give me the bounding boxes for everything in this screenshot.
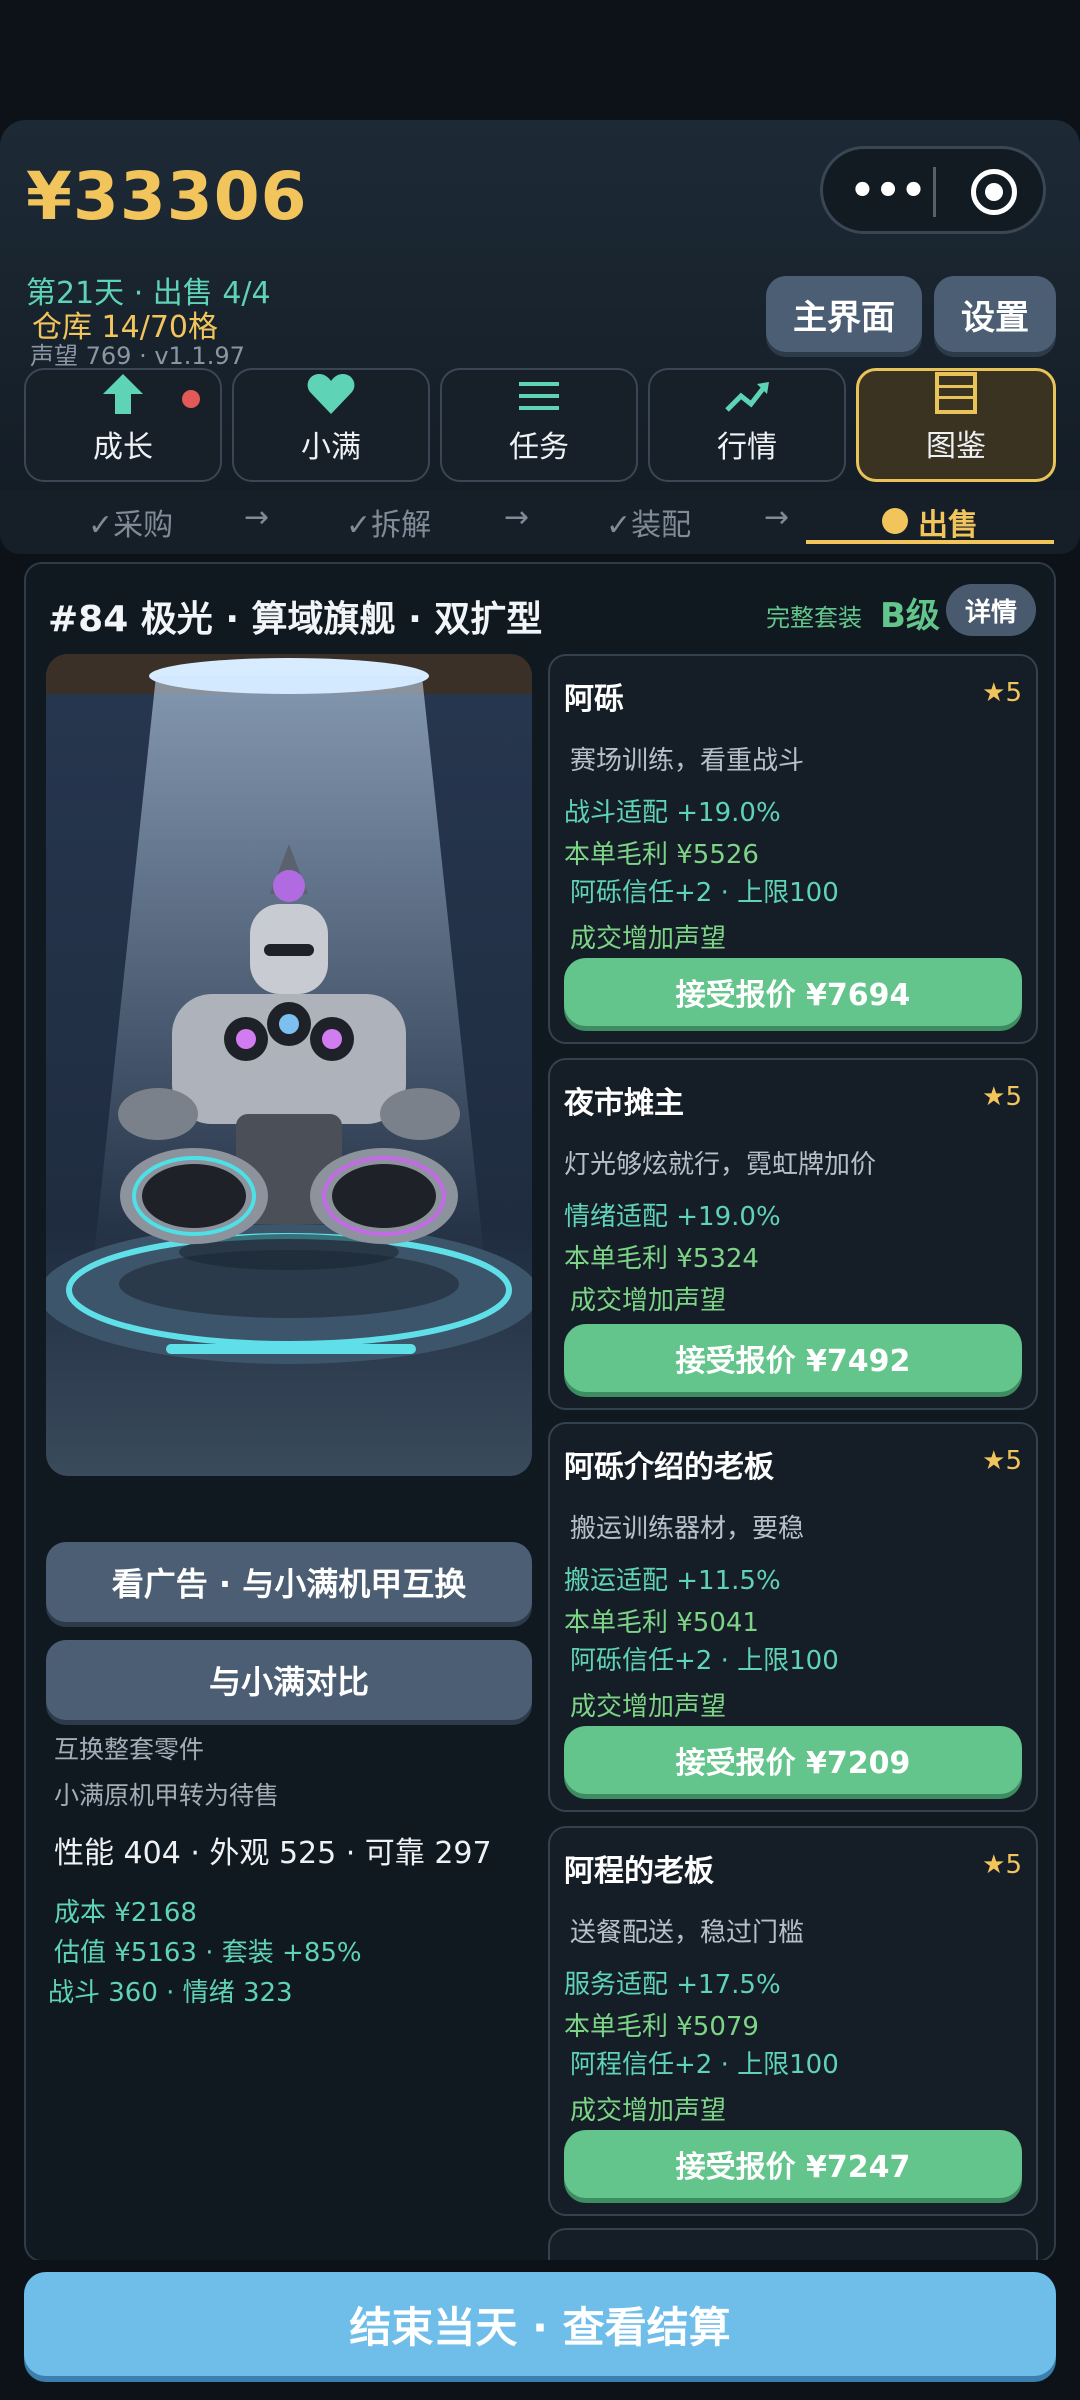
step-disassemble: ✓拆解 xyxy=(346,508,432,543)
step-arrow: → xyxy=(504,500,530,535)
swap-note-2: 小满原机甲转为待售 xyxy=(54,1781,280,1810)
trust-text: 阿砾信任+2 · 上限100 xyxy=(570,878,839,908)
book-icon xyxy=(935,372,977,414)
nav-market[interactable]: 行情 xyxy=(648,368,846,482)
fit-bonus: 搬运适配 +11.5% xyxy=(564,1566,781,1596)
reputation-version: 声望 769 · v1.1.97 xyxy=(30,342,245,370)
nav-label: 行情 xyxy=(717,430,777,465)
buyer-name: 阿砾介绍的老板 xyxy=(564,1450,774,1485)
buyer-stars: ★5 xyxy=(982,1446,1022,1476)
accept-offer-button[interactable]: 接受报价 ¥7492 xyxy=(564,1324,1022,1392)
mech-image xyxy=(46,654,532,1476)
buyer-desc: 灯光够炫就行，霓虹牌加价 xyxy=(564,1150,877,1180)
nav-label: 任务 xyxy=(509,430,569,465)
nav-label: 图鉴 xyxy=(926,429,986,464)
nav-growth[interactable]: 成长 xyxy=(24,368,222,482)
trust-text: 阿砾信任+2 · 上限100 xyxy=(570,1646,839,1676)
step-purchase: ✓采购 xyxy=(88,508,174,543)
main-screen-button[interactable]: 主界面 xyxy=(766,276,922,352)
buyer-stars: ★5 xyxy=(982,678,1022,708)
accept-offer-button[interactable]: 接受报价 ¥7694 xyxy=(564,958,1022,1026)
buyer-stars: ★5 xyxy=(982,1082,1022,1112)
buyer-name: 阿程的老板 xyxy=(564,1854,714,1889)
step-arrow: → xyxy=(244,500,270,535)
combat-emotion-text: 战斗 360 · 情绪 323 xyxy=(48,1978,293,2008)
status-bar-area xyxy=(0,0,1080,120)
swap-note: 互换整套零件 xyxy=(54,1735,205,1764)
trend-icon xyxy=(725,382,769,412)
robot-illustration xyxy=(46,654,532,1364)
trust-text: 阿程信任+2 · 上限100 xyxy=(570,2050,839,2080)
nav-label: 小满 xyxy=(301,430,361,465)
money-display: ¥33306 xyxy=(26,158,308,235)
notification-dot xyxy=(182,390,200,408)
reputation-note: 成交增加声望 xyxy=(570,924,727,954)
accept-offer-button[interactable]: 接受报价 ¥7247 xyxy=(564,2130,1022,2198)
nav-tasks[interactable]: 任务 xyxy=(440,368,638,482)
buyer-desc: 搬运训练器材，要稳 xyxy=(570,1514,805,1544)
offer-card: 夜市摊主 ★5 灯光够炫就行，霓虹牌加价 情绪适配 +19.0% 本单毛利 ¥5… xyxy=(548,1058,1038,1410)
reputation-note: 成交增加声望 xyxy=(570,2096,727,2126)
offer-card: 阿砾 ★5 赛场训练，看重战斗 战斗适配 +19.0% 本单毛利 ¥5526 阿… xyxy=(548,654,1038,1044)
offer-card: 阿程的老板 ★5 送餐配送，稳过门槛 服务适配 +17.5% 本单毛利 ¥507… xyxy=(548,1826,1038,2216)
heart-icon xyxy=(307,374,355,414)
mech-stats: 性能 404 · 外观 525 · 可靠 297 xyxy=(54,1836,492,1871)
profit-text: 本单毛利 ¥5041 xyxy=(564,1608,759,1638)
mech-detail-panel: #84 极光 · 算域旗舰 · 双扩型 完整套装 B级 详情 看广告 · 与小满… xyxy=(24,562,1056,2262)
settings-button[interactable]: 设置 xyxy=(934,276,1056,352)
estimate-text: 估值 ¥5163 · 套装 +85% xyxy=(54,1938,362,1968)
buyer-desc: 送餐配送，稳过门槛 xyxy=(570,1918,805,1948)
progress-steps: ✓采购 → ✓拆解 → ✓装配 → 出售 xyxy=(0,490,1080,554)
arrow-up-icon xyxy=(103,374,143,414)
reputation-note: 成交增加声望 xyxy=(570,1692,727,1722)
reputation-note: 成交增加声望 xyxy=(570,1286,727,1316)
fit-bonus: 情绪适配 +19.0% xyxy=(564,1202,781,1232)
buyer-desc: 赛场训练，看重战斗 xyxy=(570,746,805,776)
close-target-icon[interactable] xyxy=(971,169,1017,215)
buyer-name: 夜市摊主 xyxy=(564,1086,684,1121)
nav-collection[interactable]: 图鉴 xyxy=(856,368,1056,482)
offer-card-partial xyxy=(548,2228,1038,2260)
mech-title: #84 极光 · 算域旗舰 · 双扩型 xyxy=(48,599,543,640)
ad-swap-button[interactable]: 看广告 · 与小满机甲互换 xyxy=(46,1542,532,1622)
buyer-name: 阿砾 xyxy=(564,682,624,717)
capsule-divider xyxy=(933,167,936,217)
nav-xiaoman[interactable]: 小满 xyxy=(232,368,430,482)
active-step-underline xyxy=(806,540,1054,544)
step-sell: 出售 xyxy=(918,508,978,543)
detail-button[interactable]: 详情 xyxy=(946,584,1036,636)
step-arrow: → xyxy=(764,500,790,535)
grade-badge: B级 xyxy=(880,596,940,636)
accept-offer-button[interactable]: 接受报价 ¥7209 xyxy=(564,1726,1022,1794)
cost-text: 成本 ¥2168 xyxy=(54,1898,197,1928)
list-icon xyxy=(519,382,559,410)
offer-card: 阿砾介绍的老板 ★5 搬运训练器材，要稳 搬运适配 +11.5% 本单毛利 ¥5… xyxy=(548,1422,1038,1812)
fit-bonus: 战斗适配 +19.0% xyxy=(564,798,781,828)
miniprogram-capsule: ••• xyxy=(820,146,1046,234)
step-assemble: ✓装配 xyxy=(606,508,692,543)
buyer-stars: ★5 xyxy=(982,1850,1022,1880)
current-step-dot-icon xyxy=(882,508,908,534)
fit-bonus: 服务适配 +17.5% xyxy=(564,1970,781,2000)
suit-label: 完整套装 xyxy=(766,604,862,632)
more-menu-icon[interactable]: ••• xyxy=(843,163,933,219)
profit-text: 本单毛利 ¥5526 xyxy=(564,840,759,870)
nav-label: 成长 xyxy=(93,430,153,465)
profit-text: 本单毛利 ¥5324 xyxy=(564,1244,759,1274)
profit-text: 本单毛利 ¥5079 xyxy=(564,2012,759,2042)
end-day-button[interactable]: 结束当天 · 查看结算 xyxy=(24,2272,1056,2376)
compare-button[interactable]: 与小满对比 xyxy=(46,1640,532,1720)
